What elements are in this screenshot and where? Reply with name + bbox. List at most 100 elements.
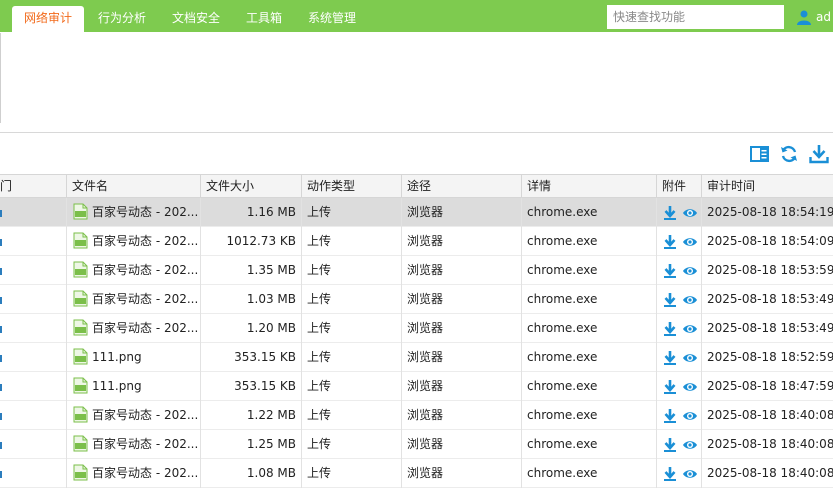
table-row[interactable]: 百家号动态 - 202... 1012.73 KB 上传 浏览器 chrome.exe 2… xyxy=(0,227,833,256)
file-name-cell[interactable]: 百家号动态 - 202... xyxy=(66,314,200,343)
nav-tab-network-audit[interactable]: 网络审计 xyxy=(12,6,84,32)
view-attachment-icon[interactable] xyxy=(682,466,698,482)
refresh-icon[interactable] xyxy=(779,144,799,164)
image-file-icon xyxy=(73,319,88,335)
table-row[interactable]: 百家号动态 - 202... 1.16 MB 上传 浏览器 chrome.exe 2025… xyxy=(0,198,833,227)
department-marker xyxy=(0,326,2,333)
download-attachment-icon[interactable] xyxy=(662,205,678,221)
view-attachment-icon[interactable] xyxy=(682,263,698,279)
table-row[interactable]: 百家号动态 - 202... 1.08 MB 上传 浏览器 chrome.exe 2025… xyxy=(0,459,833,488)
department-marker xyxy=(0,355,2,362)
file-size-cell: 1.22 MB xyxy=(200,401,301,430)
attachment-cell xyxy=(656,314,701,343)
file-size-cell: 1.16 MB xyxy=(200,198,301,227)
view-attachment-icon[interactable] xyxy=(682,292,698,308)
png-file-icon xyxy=(73,348,88,364)
download-attachment-icon[interactable] xyxy=(662,379,678,395)
user-menu[interactable]: ad xyxy=(796,8,831,26)
file-name-text: 百家号动态 - 202... xyxy=(92,234,199,248)
search-input[interactable] xyxy=(607,5,784,29)
channel-cell: 浏览器 xyxy=(401,256,521,285)
download-icon[interactable] xyxy=(809,144,829,164)
attachment-cell xyxy=(656,430,701,459)
view-attachment-icon[interactable] xyxy=(682,350,698,366)
file-size-cell: 353.15 KB xyxy=(200,343,301,372)
file-name-cell[interactable]: 百家号动态 - 202... xyxy=(66,227,200,256)
department-marker xyxy=(0,413,2,420)
attachment-cell xyxy=(656,227,701,256)
filter-panel xyxy=(0,33,833,133)
table-header: 部门 文件名 文件大小 动作类型 途径 详情 附件 审计时间 xyxy=(0,174,833,198)
columns-icon[interactable] xyxy=(750,144,770,164)
view-attachment-icon[interactable] xyxy=(682,321,698,337)
file-name-cell[interactable]: 百家号动态 - 202... xyxy=(66,256,200,285)
file-name-text: 111.png xyxy=(92,350,142,364)
action-type-cell: 上传 xyxy=(301,401,401,430)
nav-tab-behavior-analysis[interactable]: 行为分析 xyxy=(90,5,154,32)
table-row[interactable]: 百家号动态 - 202... 1.03 MB 上传 浏览器 chrome.exe 2025… xyxy=(0,285,833,314)
action-type-cell: 上传 xyxy=(301,343,401,372)
view-attachment-icon[interactable] xyxy=(682,205,698,221)
channel-cell: 浏览器 xyxy=(401,401,521,430)
table-row[interactable]: 111.png 353.15 KB 上传 浏览器 chrome.exe 2025-08-1… xyxy=(0,372,833,401)
channel-cell: 浏览器 xyxy=(401,430,521,459)
file-name-cell[interactable]: 百家号动态 - 202... xyxy=(66,401,200,430)
view-attachment-icon[interactable] xyxy=(682,234,698,250)
file-name-cell[interactable]: 111.png xyxy=(66,372,200,401)
nav-tab-system-management[interactable]: 系统管理 xyxy=(300,5,364,32)
file-name-cell[interactable]: 百家号动态 - 202... xyxy=(66,459,200,488)
download-attachment-icon[interactable] xyxy=(662,466,678,482)
table-row[interactable]: 百家号动态 - 202... 1.20 MB 上传 浏览器 chrome.exe 2025… xyxy=(0,314,833,343)
download-attachment-icon[interactable] xyxy=(662,292,678,308)
col-header-file-name[interactable]: 文件名 xyxy=(66,175,200,197)
download-attachment-icon[interactable] xyxy=(662,321,678,337)
audit-time-cell: 2025-08-18 18:53:49 xyxy=(701,314,833,343)
col-header-attachment[interactable]: 附件 xyxy=(656,175,701,197)
file-name-cell[interactable]: 百家号动态 - 202... xyxy=(66,285,200,314)
file-name-text: 百家号动态 - 202... xyxy=(92,292,199,306)
nav-tab-toolbox[interactable]: 工具箱 xyxy=(238,5,290,32)
file-size-cell: 1.35 MB xyxy=(200,256,301,285)
col-header-department[interactable]: 部门 xyxy=(0,175,67,197)
download-attachment-icon[interactable] xyxy=(662,408,678,424)
col-header-channel[interactable]: 途径 xyxy=(401,175,521,197)
col-header-action-type[interactable]: 动作类型 xyxy=(301,175,401,197)
col-header-details[interactable]: 详情 xyxy=(521,175,656,197)
col-header-file-size[interactable]: 文件大小 xyxy=(200,175,301,197)
download-attachment-icon[interactable] xyxy=(662,437,678,453)
file-name-text: 百家号动态 - 202... xyxy=(92,437,199,451)
file-name-cell[interactable]: 111.png xyxy=(66,343,200,372)
table-row[interactable]: 百家号动态 - 202... 1.22 MB 上传 浏览器 chrome.exe 2025… xyxy=(0,401,833,430)
top-nav-bar: 网络审计 行为分析 文档安全 工具箱 系统管理 ad xyxy=(0,0,833,32)
download-attachment-icon[interactable] xyxy=(662,350,678,366)
department-marker xyxy=(0,471,2,478)
audit-time-cell: 2025-08-18 18:54:19 xyxy=(701,198,833,227)
file-size-cell: 1012.73 KB xyxy=(200,227,301,256)
download-attachment-icon[interactable] xyxy=(662,263,678,279)
file-name-cell[interactable]: 百家号动态 - 202... xyxy=(66,430,200,459)
details-cell: chrome.exe xyxy=(521,343,656,372)
nav-tab-document-security[interactable]: 文档安全 xyxy=(164,5,228,32)
view-attachment-icon[interactable] xyxy=(682,408,698,424)
attachment-cell xyxy=(656,372,701,401)
channel-cell: 浏览器 xyxy=(401,459,521,488)
view-attachment-icon[interactable] xyxy=(682,379,698,395)
department-marker xyxy=(0,210,2,217)
channel-cell: 浏览器 xyxy=(401,343,521,372)
table-row[interactable]: 百家号动态 - 202... 1.25 MB 上传 浏览器 chrome.exe 2025… xyxy=(0,430,833,459)
download-attachment-icon[interactable] xyxy=(662,234,678,250)
action-type-cell: 上传 xyxy=(301,198,401,227)
file-name-text: 百家号动态 - 202... xyxy=(92,263,199,277)
audit-time-cell: 2025-08-18 18:40:08 xyxy=(701,401,833,430)
audit-time-cell: 2025-08-18 18:40:08 xyxy=(701,459,833,488)
details-cell: chrome.exe xyxy=(521,401,656,430)
col-header-audit-time[interactable]: 审计时间 xyxy=(701,175,833,197)
attachment-cell xyxy=(656,343,701,372)
view-attachment-icon[interactable] xyxy=(682,437,698,453)
file-size-cell: 1.08 MB xyxy=(200,459,301,488)
audit-time-cell: 2025-08-18 18:53:49 xyxy=(701,285,833,314)
table-row[interactable]: 111.png 353.15 KB 上传 浏览器 chrome.exe 2025-08-1… xyxy=(0,343,833,372)
table-row[interactable]: 百家号动态 - 202... 1.35 MB 上传 浏览器 chrome.exe 2025… xyxy=(0,256,833,285)
file-name-cell[interactable]: 百家号动态 - 202... xyxy=(66,198,200,227)
attachment-cell xyxy=(656,198,701,227)
